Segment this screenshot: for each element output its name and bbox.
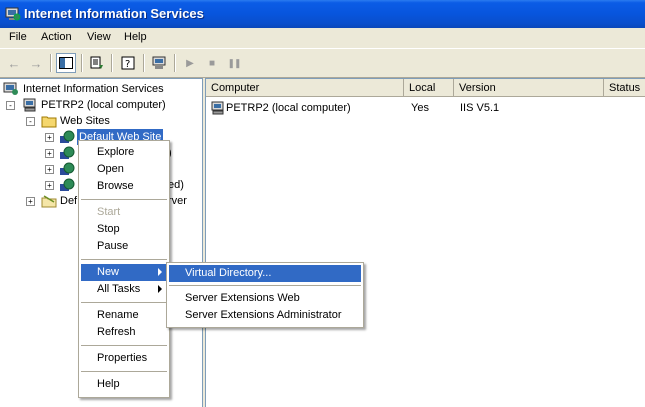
export-list-icon[interactable]	[87, 53, 107, 73]
menu-item-label: Stop	[97, 223, 120, 235]
title-bar[interactable]: Internet Information Services	[0, 0, 645, 28]
menu-item-label: Server Extensions Web	[185, 292, 300, 304]
menu-item-label: Properties	[97, 352, 148, 364]
expand-icon[interactable]: +	[45, 165, 54, 174]
column-header-version[interactable]: Version	[454, 79, 604, 97]
cell-computer: PETRP2 (local computer)	[226, 102, 351, 114]
menu-item-server-extensions-web[interactable]: Server Extensions Web	[169, 290, 361, 307]
svg-text:?: ?	[125, 59, 130, 70]
tree-label-web-sites: Web Sites	[60, 115, 110, 127]
menu-item-label: Rename	[97, 309, 139, 321]
menu-item-label: New	[97, 266, 120, 278]
play-icon[interactable]: ▶	[180, 53, 200, 73]
menu-item-help[interactable]: Help	[81, 376, 167, 393]
toolbar: ← → ? ▶ ■ ❚❚	[0, 49, 645, 78]
toolbar-separator	[81, 54, 83, 72]
column-header-local[interactable]: Local	[404, 79, 454, 97]
menu-item-label: Virtual Directory...	[185, 267, 272, 279]
globe-icon	[60, 146, 75, 159]
menu-item-stop[interactable]: Stop	[81, 221, 167, 238]
menu-item-browse[interactable]: Browse	[81, 178, 167, 195]
expand-icon[interactable]: +	[45, 133, 54, 142]
toolbar-separator	[50, 54, 52, 72]
toolbar-separator	[143, 54, 145, 72]
menu-item-all-tasks[interactable]: All Tasks	[81, 281, 167, 298]
menu-item-label: Open	[97, 163, 124, 175]
help-icon[interactable]: ?	[118, 53, 138, 73]
menu-separator	[81, 259, 167, 260]
menu-separator	[81, 371, 167, 372]
cell-local: Yes	[411, 102, 429, 114]
submenu-arrow-icon	[158, 268, 162, 276]
menu-item-label: Server Extensions Administrator	[185, 309, 342, 321]
menu-item-label: Explore	[97, 146, 135, 158]
folder-icon	[41, 116, 57, 128]
menu-item-virtual-directory[interactable]: Virtual Directory...	[169, 265, 361, 282]
menu-item-explore[interactable]: Explore	[81, 144, 167, 161]
menu-action[interactable]: Action	[41, 31, 72, 43]
menu-separator	[81, 345, 167, 346]
column-header-computer[interactable]: Computer	[206, 79, 404, 97]
stop-icon[interactable]: ■	[202, 53, 222, 73]
toolbar-separator	[174, 54, 176, 72]
server-folder-icon	[41, 195, 57, 208]
tree-label-default-server-prefix: Def	[60, 195, 78, 207]
forward-icon[interactable]: →	[26, 53, 46, 73]
collapse-icon[interactable]: -	[6, 101, 15, 110]
globe-icon	[60, 178, 75, 191]
menu-item-rename[interactable]: Rename	[81, 307, 167, 324]
iis-icon	[3, 82, 18, 95]
menu-item-label: Help	[97, 378, 120, 390]
iis-app-icon	[5, 7, 21, 21]
menu-item-label: Pause	[97, 240, 129, 252]
globe-icon	[60, 162, 75, 175]
menu-item-pause[interactable]: Pause	[81, 238, 167, 255]
tree-label-computer: PETRP2 (local computer)	[41, 99, 166, 111]
tree-item-computer[interactable]: - PETRP2 (local computer)	[0, 97, 200, 113]
computer-icon[interactable]	[149, 53, 169, 73]
computer-icon	[211, 101, 224, 115]
menu-view[interactable]: View	[87, 31, 111, 43]
details-list[interactable]: Computer Local Version Status PETRP2 (lo…	[205, 78, 645, 407]
expand-icon[interactable]: +	[26, 197, 35, 206]
menu-item-start[interactable]: Start	[81, 204, 167, 221]
expand-icon[interactable]: +	[45, 149, 54, 158]
toolbar-separator	[111, 54, 113, 72]
window-title: Internet Information Services	[24, 6, 204, 21]
tree-item-root[interactable]: Internet Information Services	[0, 81, 200, 97]
menu-item-open[interactable]: Open	[81, 161, 167, 178]
pause-icon[interactable]: ❚❚	[224, 53, 244, 73]
tree-item-web-sites[interactable]: - Web Sites	[0, 113, 200, 129]
computer-icon	[23, 98, 36, 112]
menu-separator	[169, 285, 361, 286]
menu-bar: File Action View Help	[0, 28, 645, 49]
column-header-status[interactable]: Status	[604, 79, 645, 97]
collapse-icon[interactable]: -	[26, 117, 35, 126]
menu-item-new[interactable]: New	[81, 264, 167, 281]
menu-item-label: All Tasks	[97, 283, 141, 295]
menu-item-server-extensions-administrator[interactable]: Server Extensions Administrator	[169, 307, 361, 324]
menu-separator	[81, 199, 167, 200]
new-submenu: Virtual Directory... Server Extensions W…	[166, 262, 364, 328]
cell-version: IIS V5.1	[460, 102, 500, 114]
menu-item-refresh[interactable]: Refresh	[81, 324, 167, 341]
menu-help[interactable]: Help	[124, 31, 147, 43]
menu-item-label: Start	[97, 206, 121, 218]
menu-separator	[81, 302, 167, 303]
back-icon[interactable]: ←	[4, 53, 24, 73]
context-menu: Explore Open Browse Start Stop Pause New…	[78, 140, 170, 398]
show-tree-icon[interactable]	[56, 53, 76, 73]
expand-icon[interactable]: +	[45, 181, 54, 190]
submenu-arrow-icon	[158, 285, 162, 293]
menu-item-label: Browse	[97, 180, 134, 192]
menu-file[interactable]: File	[9, 31, 27, 43]
menu-item-properties[interactable]: Properties	[81, 350, 167, 367]
menu-item-label: Refresh	[97, 326, 136, 338]
tree-label-root: Internet Information Services	[23, 83, 164, 95]
globe-icon	[60, 130, 75, 143]
